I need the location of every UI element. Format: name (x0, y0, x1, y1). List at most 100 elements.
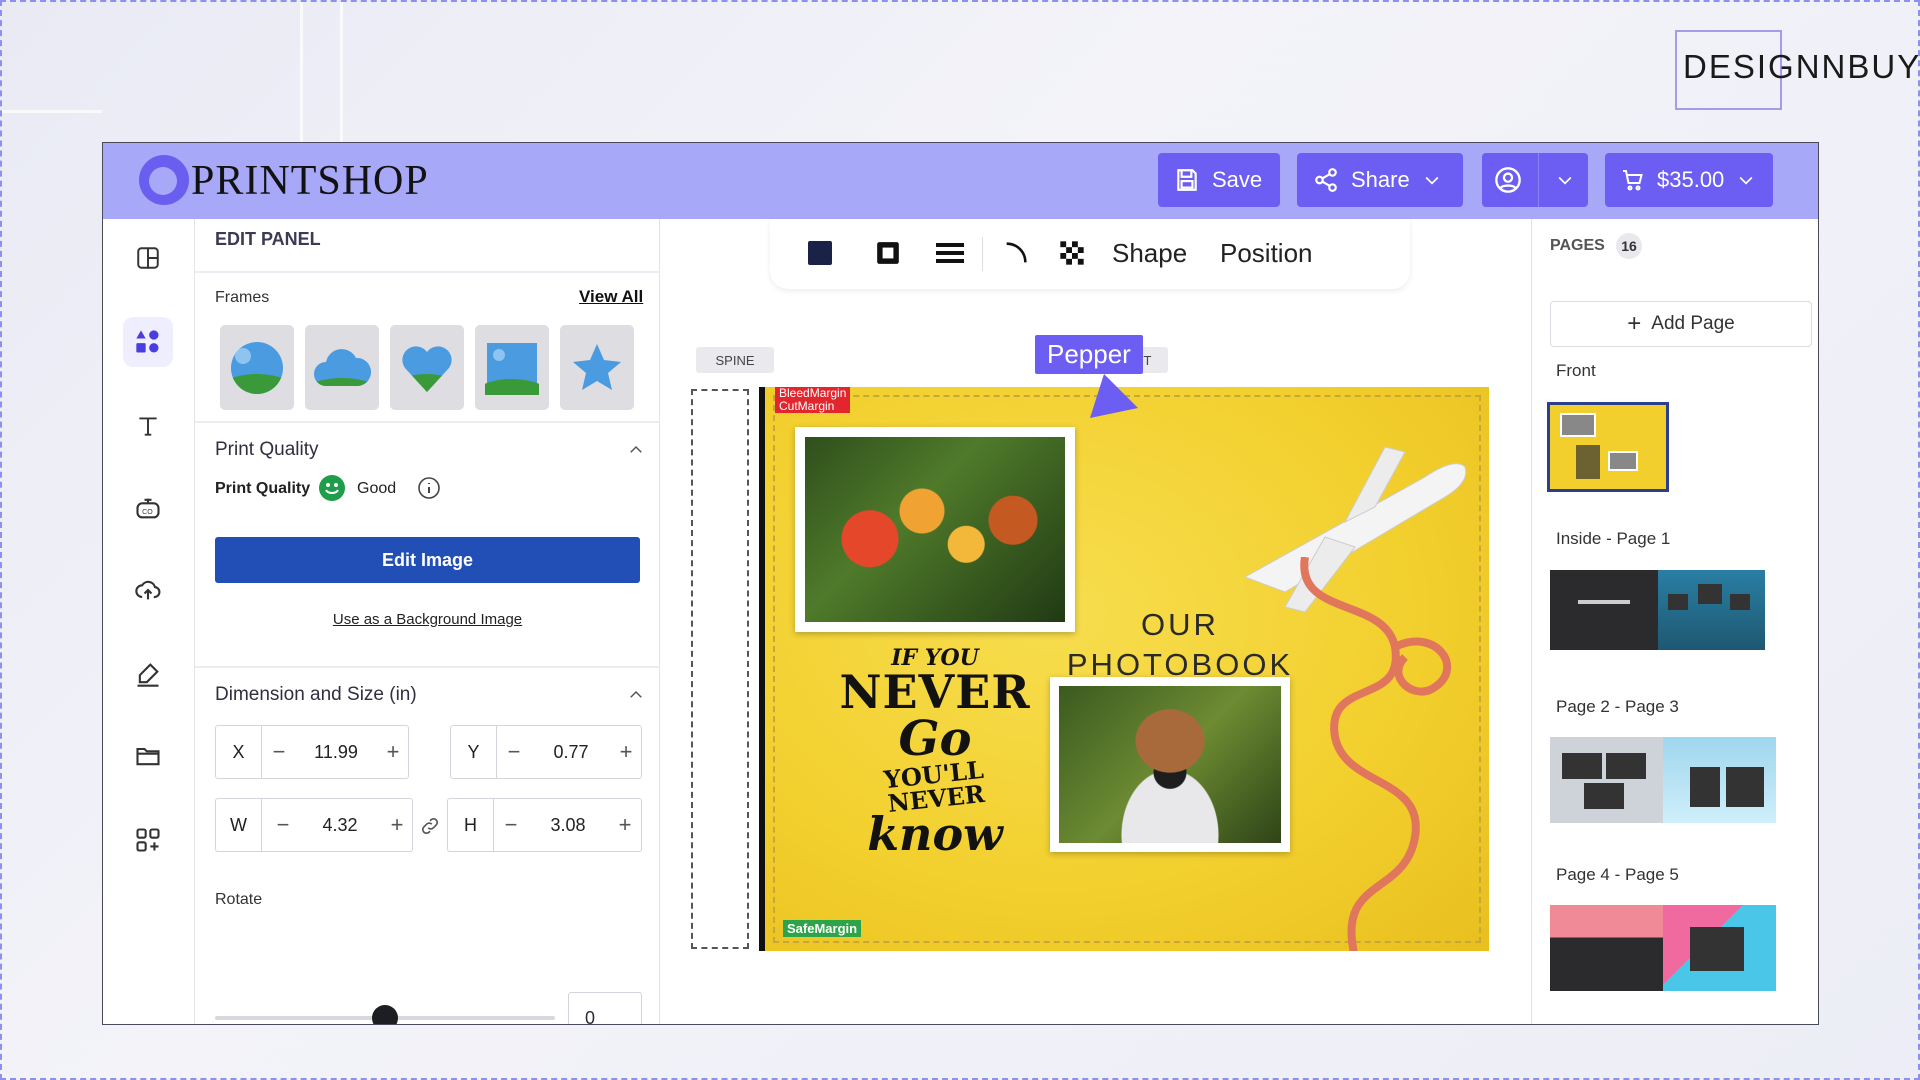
cart-icon (1623, 170, 1643, 191)
apps-icon (136, 828, 160, 852)
print-quality-label: Print Quality (215, 480, 311, 497)
elements-icon (136, 330, 159, 353)
chevron-up-icon[interactable] (627, 441, 645, 459)
h-decrement-button[interactable]: − (496, 799, 526, 851)
bleed-margin-tag: BleedMargin CutMargin (775, 387, 851, 413)
info-icon[interactable] (417, 476, 441, 500)
frame-rectangle[interactable] (475, 325, 549, 410)
y-value[interactable]: 0.77 (529, 726, 613, 778)
ai-icon: CO (136, 498, 160, 519)
print-quality-header: Print Quality (215, 439, 319, 460)
brand-name: DESIGNNBUY (1683, 48, 1920, 85)
w-value[interactable]: 4.32 (298, 799, 382, 851)
page-thumb-inside-1[interactable] (1550, 570, 1765, 650)
svg-text:CO: CO (142, 509, 153, 516)
account-button[interactable] (1482, 153, 1588, 207)
h-increment-button[interactable]: + (610, 799, 640, 851)
corner-radius-button[interactable] (996, 233, 1036, 273)
apps-button[interactable] (123, 815, 173, 865)
transparency-icon (1060, 241, 1084, 265)
page-thumb-4-5[interactable] (1550, 905, 1776, 991)
share-label: Share (1351, 167, 1410, 192)
x-increment-button[interactable]: + (378, 726, 408, 778)
x-value[interactable]: 11.99 (294, 726, 378, 778)
folder-button[interactable] (123, 731, 173, 781)
spine-area[interactable] (691, 389, 749, 949)
layout-button[interactable] (123, 233, 173, 283)
pages-title: PAGES (1550, 237, 1605, 254)
line-style-button[interactable] (930, 233, 970, 273)
page-label-2-3: Page 2 - Page 3 (1556, 697, 1679, 716)
position-menu[interactable]: Position (1220, 233, 1313, 273)
edit-image-button[interactable]: Edit Image (215, 537, 640, 583)
rotate-input[interactable]: 0 (568, 992, 642, 1024)
pages-count-badge: 16 (1616, 233, 1642, 259)
frame-star[interactable] (560, 325, 634, 410)
front-cover[interactable]: BleedMargin CutMargin OUR PHOTOBOOK IF Y… (759, 387, 1489, 951)
w-stepper[interactable]: W − 4.32 + (215, 798, 413, 852)
draw-button[interactable] (123, 649, 173, 699)
shape-menu[interactable]: Shape (1112, 233, 1187, 273)
x-decrement-button[interactable]: − (264, 726, 294, 778)
share-button[interactable]: Share (1297, 153, 1463, 207)
photographer-photo[interactable] (1050, 677, 1290, 852)
save-button[interactable]: Save (1158, 153, 1280, 207)
fill-color-button[interactable] (800, 233, 840, 273)
view-all-link[interactable]: View All (579, 287, 643, 307)
user-icon (1495, 167, 1521, 193)
butterfly-photo[interactable] (795, 427, 1075, 632)
link-icon[interactable] (419, 815, 441, 837)
border-button[interactable] (868, 233, 908, 273)
pages-panel: PAGES 16 + Add Page Front Inside - Page … (1531, 219, 1818, 1024)
chevron-up-icon[interactable] (627, 686, 645, 704)
h-label: H (448, 799, 494, 851)
quote-text[interactable]: IF YOU NEVER Go YOU'LL NEVER know (835, 647, 1035, 857)
h-stepper[interactable]: H − 3.08 + (447, 798, 642, 852)
w-decrement-button[interactable]: − (268, 799, 298, 851)
rotate-label: Rotate (215, 891, 263, 908)
frame-cloud[interactable] (305, 325, 379, 410)
panel-title: EDIT PANEL (215, 229, 321, 249)
cart-price: $35.00 (1657, 167, 1725, 192)
collaborator-cursor-label: Pepper (1035, 335, 1143, 374)
page-label-front: Front (1556, 361, 1596, 380)
y-decrement-button[interactable]: − (499, 726, 529, 778)
logo-text: PRINTSHOP (191, 158, 429, 204)
x-stepper[interactable]: X − 11.99 + (215, 725, 409, 779)
h-value[interactable]: 3.08 (526, 799, 610, 851)
page-thumb-front[interactable] (1547, 402, 1669, 492)
corner-radius-icon (1006, 242, 1027, 263)
use-as-background-link[interactable]: Use as a Background Image (195, 611, 660, 628)
smiley-icon (319, 475, 345, 501)
layout-icon (137, 247, 159, 269)
dimension-header: Dimension and Size (in) (215, 684, 417, 705)
add-page-button[interactable]: + Add Page (1550, 301, 1812, 347)
elements-button[interactable] (123, 317, 173, 367)
divider (1538, 153, 1539, 207)
divider (195, 421, 659, 423)
photo-image (1059, 686, 1281, 843)
chevron-down-icon (1425, 176, 1439, 185)
page-thumb-2-3[interactable] (1550, 737, 1776, 823)
ai-button[interactable]: CO (123, 483, 173, 533)
y-stepper[interactable]: Y − 0.77 + (450, 725, 642, 779)
border-icon (877, 242, 899, 264)
circle-frame-icon (231, 341, 283, 394)
text-button[interactable] (123, 401, 173, 451)
transparency-button[interactable] (1052, 233, 1092, 273)
y-increment-button[interactable]: + (611, 726, 641, 778)
rotate-slider-thumb[interactable] (372, 1005, 398, 1024)
frame-circle[interactable] (220, 325, 294, 410)
upload-button[interactable] (123, 565, 173, 615)
cover-title[interactable]: OUR PHOTOBOOK (1060, 605, 1300, 685)
w-increment-button[interactable]: + (382, 799, 412, 851)
logo-icon (139, 155, 189, 205)
photo-image (805, 437, 1065, 622)
toolbar-divider (982, 237, 983, 271)
frame-heart[interactable] (390, 325, 464, 410)
element-toolbar: Shape Position (770, 219, 1410, 289)
cart-button[interactable]: $35.00 (1605, 153, 1773, 207)
page-label-inside-1: Inside - Page 1 (1556, 529, 1671, 548)
cover-title-line1: OUR (1141, 607, 1219, 642)
plus-icon: + (1627, 310, 1642, 337)
